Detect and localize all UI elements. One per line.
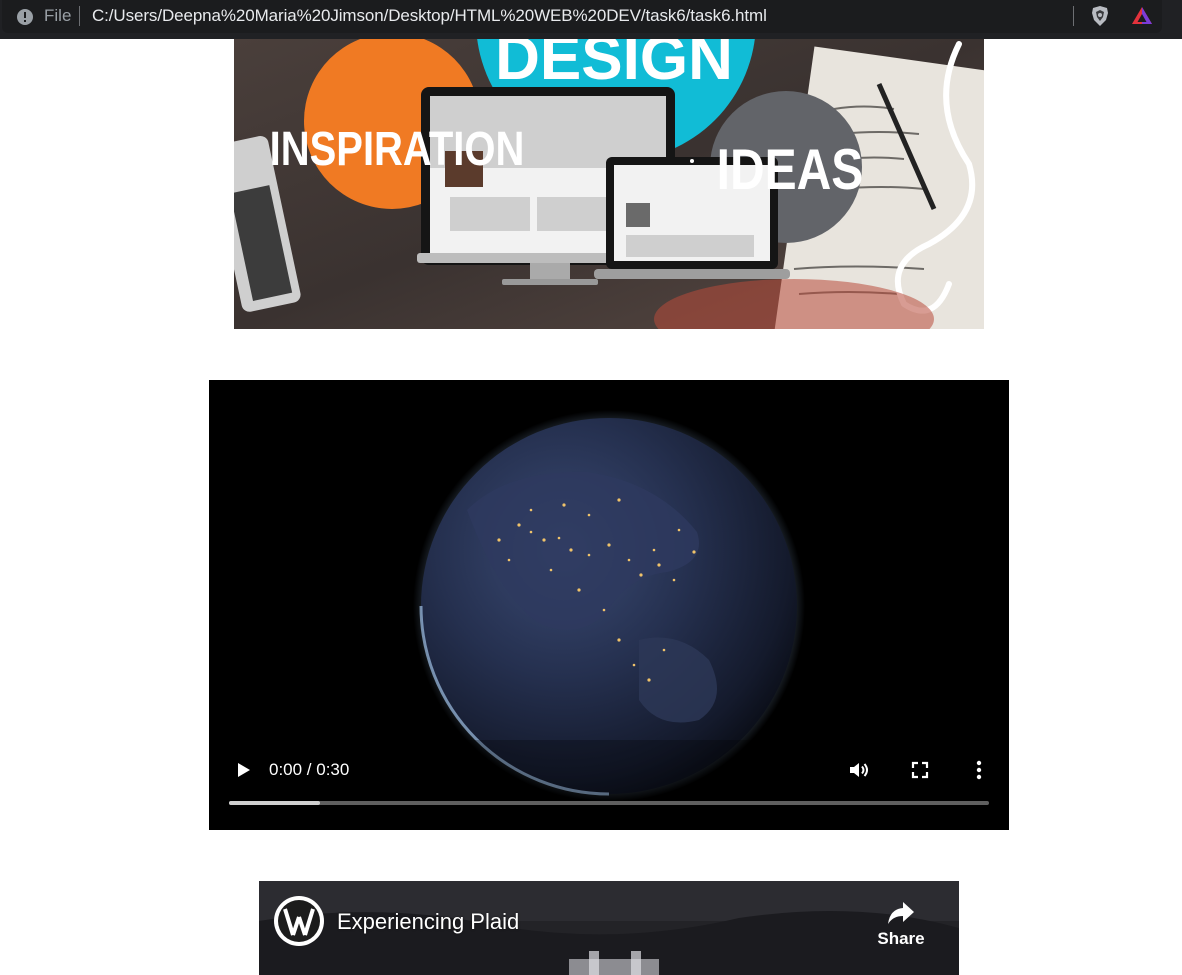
volume-icon[interactable]	[847, 758, 871, 782]
banner-word-design: DESIGN	[495, 39, 733, 93]
share-button[interactable]: Share	[871, 899, 931, 949]
divider	[1073, 6, 1074, 26]
video-buffer-fill	[229, 801, 321, 805]
share-label: Share	[877, 929, 925, 948]
browser-toolbar: File C:/Users/Deepna%20Maria%20Jimson/De…	[0, 0, 1182, 39]
divider	[79, 6, 80, 26]
more-options-icon[interactable]	[967, 758, 991, 782]
banner-word-inspiration: INSPIRATION	[270, 123, 525, 176]
share-icon	[888, 902, 914, 924]
banner-word-ideas: IDEAS	[717, 138, 864, 202]
embed-video-title[interactable]: Experiencing Plaid	[337, 909, 519, 935]
brave-shield-icon[interactable]	[1089, 5, 1111, 27]
video-time: 0:00 / 0:30	[269, 760, 350, 779]
scheme-label: File	[44, 6, 72, 25]
channel-logo-icon[interactable]	[273, 895, 325, 947]
address-bar[interactable]: File C:/Users/Deepna%20Maria%20Jimson/De…	[2, 0, 1162, 33]
earth-video-player[interactable]: 0:00 / 0:30	[209, 380, 1009, 830]
fullscreen-icon[interactable]	[908, 758, 932, 782]
design-banner-image: DESIGN INSPIRATION IDEAS	[234, 39, 984, 329]
play-button[interactable]	[231, 758, 255, 782]
video-progress-bar[interactable]	[229, 801, 989, 805]
banner-illustration: DESIGN INSPIRATION IDEAS	[234, 39, 984, 329]
brave-rewards-icon[interactable]	[1131, 5, 1153, 27]
info-icon[interactable]	[16, 8, 34, 26]
url-text[interactable]: C:/Users/Deepna%20Maria%20Jimson/Desktop…	[92, 6, 767, 26]
embedded-video[interactable]: Experiencing Plaid Share	[259, 881, 959, 975]
